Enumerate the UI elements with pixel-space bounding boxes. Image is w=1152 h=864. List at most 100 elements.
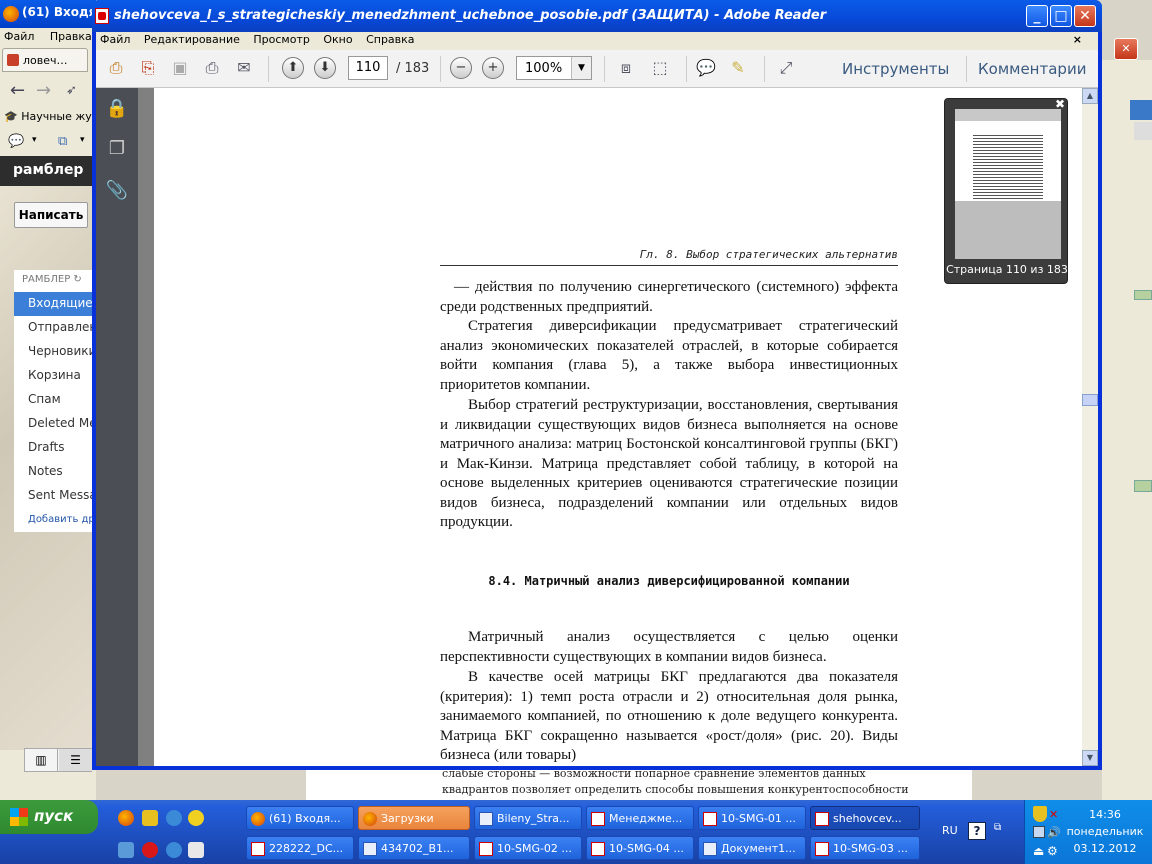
speech-bubble-icon[interactable]: 💬 xyxy=(8,134,24,149)
maximize-icon[interactable]: □ xyxy=(1050,5,1072,27)
task-button[interactable]: 10-SMG-02 ... xyxy=(474,836,582,860)
grid-view-icon[interactable]: ▥ xyxy=(25,749,58,771)
folder-spam[interactable]: Спам xyxy=(14,388,92,412)
firefox-launch-icon[interactable] xyxy=(118,810,134,826)
export-pdf-icon[interactable]: ⎘ xyxy=(136,56,160,80)
folder-notes[interactable]: Notes xyxy=(14,460,92,484)
close-icon[interactable]: ✕ xyxy=(1074,5,1096,27)
comments-pane-button[interactable]: Комментарии xyxy=(978,60,1086,78)
menu-file[interactable]: Файл xyxy=(100,33,130,46)
previous-page-icon[interactable]: ⬆ xyxy=(282,57,304,79)
ie-icon[interactable] xyxy=(166,842,182,858)
word-icon xyxy=(479,812,493,826)
task-button[interactable]: 10-SMG-01 ... xyxy=(698,806,806,830)
zoom-select[interactable]: 100% ▼ xyxy=(516,56,592,80)
print-icon[interactable]: ⎙ xyxy=(200,56,224,80)
next-page-icon[interactable]: ⬇ xyxy=(314,57,336,79)
lock-icon[interactable]: 🔒 xyxy=(105,98,129,122)
shield-icon[interactable] xyxy=(1033,806,1047,822)
menu-window[interactable]: Окно xyxy=(323,33,352,46)
scroll-up-icon[interactable]: ▲ xyxy=(1082,88,1098,104)
menu-edit[interactable]: Редактирование xyxy=(144,33,240,46)
back-arrow-icon[interactable]: ← xyxy=(10,80,25,101)
bookmark-item[interactable]: Научные жур xyxy=(21,110,96,123)
clock[interactable]: 14:36 понедельник 03.12.2012 xyxy=(1060,806,1150,857)
task-button[interactable]: 10-SMG-03 ... xyxy=(810,836,920,860)
highlight-icon[interactable]: ✎ xyxy=(726,56,750,80)
list-view-icon[interactable]: ☰ xyxy=(59,749,92,771)
folder-deleted-messages[interactable]: Deleted Me xyxy=(14,412,92,436)
compose-button[interactable]: Написать xyxy=(14,202,88,228)
page-thumbnail-image[interactable] xyxy=(955,109,1061,259)
add-folder-link[interactable]: Добавить др xyxy=(14,508,92,532)
firefox-title-bar[interactable]: (61) Входя xyxy=(0,0,96,28)
task-button[interactable]: shehovcev... xyxy=(810,806,920,830)
folder-trash[interactable]: Корзина xyxy=(14,364,92,388)
chevron-down-icon[interactable]: ▼ xyxy=(571,57,591,79)
pdf-icon xyxy=(815,812,829,826)
zoom-in-icon[interactable]: + xyxy=(482,57,504,79)
task-button[interactable]: Bileny_Stra... xyxy=(474,806,582,830)
tools-pane-button[interactable]: Инструменты xyxy=(842,60,949,78)
volume-icon[interactable]: 🔊 xyxy=(1047,826,1061,839)
restore-icon[interactable]: ⧉ xyxy=(994,822,1001,833)
scrollbar-thumb[interactable] xyxy=(1134,290,1152,300)
save-icon[interactable]: ▣ xyxy=(168,56,192,80)
task-button[interactable]: 10-SMG-04 ... xyxy=(586,836,694,860)
task-button[interactable]: (61) Входя... xyxy=(246,806,354,830)
menu-help[interactable]: Справка xyxy=(366,33,414,46)
security-icon[interactable]: ⚙ xyxy=(1047,844,1058,858)
start-button[interactable]: пуск xyxy=(0,800,98,834)
usb-icon[interactable]: ⏏ xyxy=(1033,844,1044,858)
dropdown-arrow-icon[interactable]: ▾ xyxy=(32,135,37,145)
quicklaunch-icon[interactable] xyxy=(188,842,204,858)
task-button[interactable]: Документ1... xyxy=(698,836,806,860)
task-button[interactable]: 434702_B1... xyxy=(358,836,470,860)
firefox-tab[interactable]: ловеч… xyxy=(2,48,88,72)
forward-arrow-icon[interactable]: → xyxy=(36,80,51,101)
fit-width-icon[interactable]: ⬚ xyxy=(648,56,672,80)
firefox-menu-edit[interactable]: Правка xyxy=(50,30,92,43)
zoom-out-icon[interactable]: − xyxy=(450,57,472,79)
scrollbar-thumb[interactable] xyxy=(1082,394,1098,406)
media-icon[interactable] xyxy=(188,810,204,826)
vertical-scrollbar[interactable]: ▲ ▼ xyxy=(1082,88,1098,766)
scrollbar-thumb[interactable] xyxy=(1134,480,1152,492)
task-button[interactable]: 228222_DC... xyxy=(246,836,354,860)
reader-title-bar[interactable]: shehovceva_l_s_strategicheskiy_menedzhme… xyxy=(92,0,1102,32)
menu-view[interactable]: Просмотр xyxy=(253,33,309,46)
email-icon[interactable]: ✉ xyxy=(232,56,256,80)
close-document-icon[interactable]: × xyxy=(1073,33,1082,46)
dropdown-arrow-icon[interactable]: ▾ xyxy=(80,135,85,145)
help-icon[interactable]: ? xyxy=(968,822,986,840)
attachments-icon[interactable]: 📎 xyxy=(105,180,129,204)
language-indicator[interactable]: RU xyxy=(942,824,958,837)
page-thumbnails-icon[interactable]: ❐ xyxy=(105,138,129,162)
task-button[interactable]: Менеджме... xyxy=(586,806,694,830)
quicklaunch-icon[interactable] xyxy=(142,810,158,826)
scroll-down-icon[interactable]: ▼ xyxy=(1082,750,1098,766)
reader-toolbar: ⎙ ⎘ ▣ ⎙ ✉ ⬆ ⬇ 110 / 183 − + 100% ▼ ⧈ ⬚ 💬… xyxy=(96,50,1098,88)
firefox-menu-file[interactable]: Файл xyxy=(4,30,34,43)
ie-icon[interactable] xyxy=(166,810,182,826)
close-icon[interactable]: ✕ xyxy=(1114,38,1138,60)
fit-page-icon[interactable]: ⧈ xyxy=(614,56,638,80)
folder-inbox[interactable]: Входящие xyxy=(14,292,92,316)
network-icon[interactable] xyxy=(1033,826,1045,838)
opera-icon[interactable] xyxy=(142,842,158,858)
quicklaunch-icon[interactable] xyxy=(118,842,134,858)
addon-icon[interactable]: ⧉ xyxy=(58,134,67,149)
folder-drafts[interactable]: Черновики xyxy=(14,340,92,364)
folder-drafts-en[interactable]: Drafts xyxy=(14,436,92,460)
network-error-icon[interactable]: ✕ xyxy=(1049,808,1058,821)
folder-sent-messages[interactable]: Sent Messa xyxy=(14,484,92,508)
folder-sent[interactable]: Отправлен xyxy=(14,316,92,340)
minimize-icon[interactable]: _ xyxy=(1026,5,1048,27)
comment-icon[interactable]: 💬 xyxy=(694,56,718,80)
rambler-logo[interactable]: рамблер xyxy=(13,162,83,178)
create-pdf-icon[interactable]: ⎙ xyxy=(104,56,128,80)
home-icon[interactable]: ➶ xyxy=(66,83,77,98)
task-button[interactable]: Загрузки xyxy=(358,806,470,830)
page-number-input[interactable]: 110 xyxy=(348,56,388,80)
expand-icon[interactable]: ⤢ xyxy=(774,56,798,80)
